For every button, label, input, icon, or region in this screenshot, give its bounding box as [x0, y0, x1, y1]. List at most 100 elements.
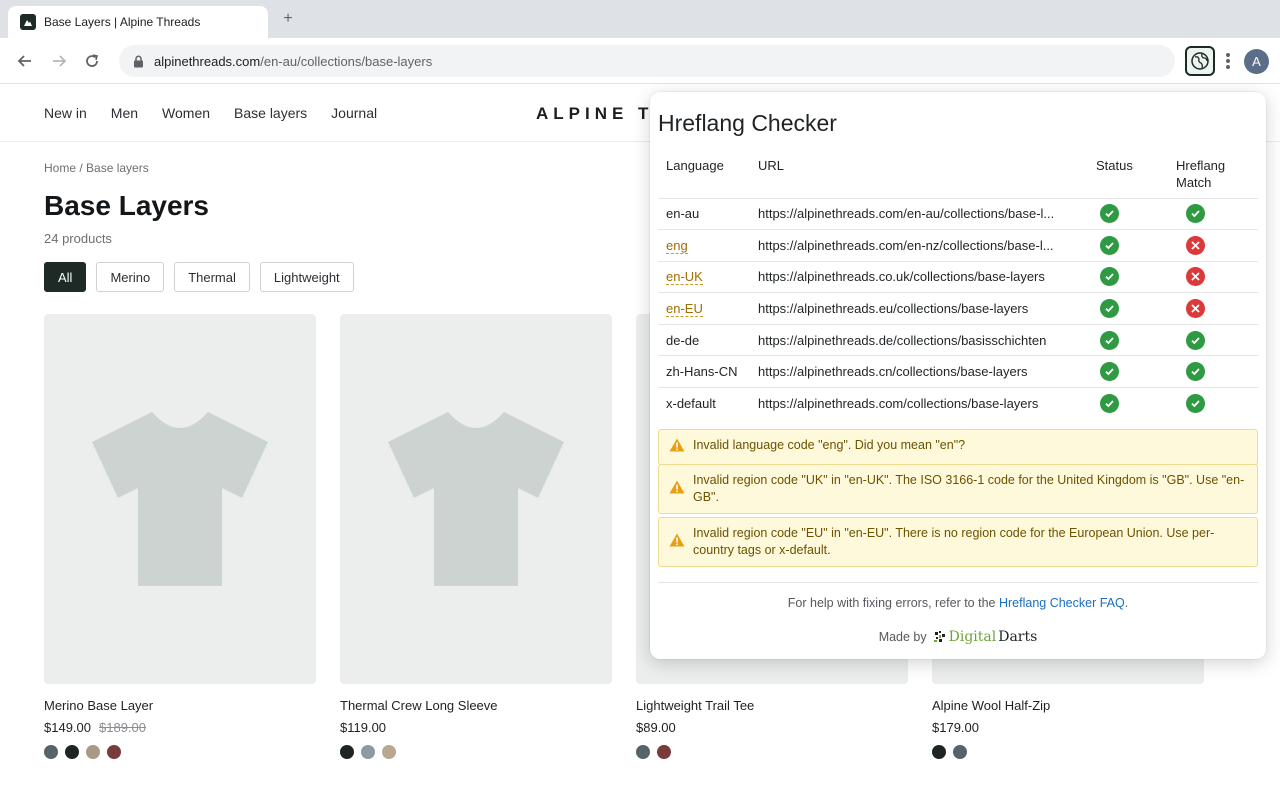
- color-swatch[interactable]: [361, 745, 375, 759]
- cell-url[interactable]: https://alpinethreads.cn/collections/bas…: [750, 355, 1088, 388]
- product-image[interactable]: [340, 314, 612, 684]
- table-row: eng https://alpinethreads.com/en-nz/colle…: [658, 229, 1258, 262]
- address-bar[interactable]: alpinethreads.com/en-au/collections/base…: [119, 45, 1175, 77]
- cell-status: [1088, 229, 1148, 262]
- color-swatch[interactable]: [636, 745, 650, 759]
- cell-status: [1088, 292, 1148, 325]
- color-swatches: [44, 745, 316, 759]
- filter-lightweight[interactable]: Lightweight: [259, 262, 354, 292]
- check-icon: [1100, 235, 1119, 255]
- made-by: Made by Digital Darts: [650, 629, 1266, 645]
- warning-icon: [669, 533, 685, 552]
- color-swatch[interactable]: [382, 745, 396, 759]
- browser-toolbar: alpinethreads.com/en-au/collections/base…: [0, 38, 1280, 84]
- language-code[interactable]: en-UK: [666, 269, 703, 286]
- table-row: en-EU https://alpinethreads.eu/collection…: [658, 292, 1258, 325]
- cell-language: x-default: [658, 387, 750, 420]
- back-button[interactable]: [14, 50, 36, 72]
- product-image[interactable]: [44, 314, 316, 684]
- help-prefix: For help with fixing errors, refer to th…: [787, 596, 996, 610]
- tab-title: Base Layers | Alpine Threads: [44, 15, 201, 29]
- nav-link-journal[interactable]: Journal: [331, 105, 377, 121]
- product-card[interactable]: Merino Base Layer $149.00 $189.00: [44, 314, 316, 759]
- cell-hreflang-match: [1148, 387, 1258, 420]
- error-x-icon: [1186, 267, 1205, 287]
- warning-text: Invalid region code "EU" in "en-EU". The…: [693, 526, 1215, 557]
- language-code: x-default: [666, 396, 716, 412]
- color-swatch[interactable]: [932, 745, 946, 759]
- cell-url[interactable]: https://alpinethreads.com/collections/ba…: [750, 387, 1088, 420]
- language-code[interactable]: en-EU: [666, 301, 703, 318]
- reload-button[interactable]: [81, 50, 103, 72]
- col-hreflang-match: Hreflang Match: [1176, 158, 1226, 190]
- hreflang-extension-button[interactable]: [1185, 46, 1215, 76]
- nav-link-men[interactable]: Men: [111, 105, 138, 121]
- check-icon: [1100, 299, 1119, 319]
- warning-text: Invalid language code "eng". Did you mea…: [693, 438, 966, 452]
- product-price: $89.00: [636, 720, 676, 735]
- color-swatch[interactable]: [86, 745, 100, 759]
- color-swatch[interactable]: [44, 745, 58, 759]
- cell-hreflang-match: [1148, 260, 1258, 293]
- nav-link-women[interactable]: Women: [162, 105, 210, 121]
- warning-message: Invalid region code "UK" in "en-UK". The…: [658, 464, 1258, 514]
- cell-url[interactable]: https://alpinethreads.com/en-nz/collecti…: [750, 229, 1088, 262]
- cell-url[interactable]: https://alpinethreads.de/collections/bas…: [750, 323, 1088, 356]
- digital-darts-logo[interactable]: Digital Darts: [933, 629, 1038, 645]
- price-old: $189.00: [99, 720, 146, 735]
- forward-button[interactable]: [48, 50, 70, 72]
- filter-merino[interactable]: Merino: [96, 262, 165, 292]
- cell-status: [1088, 355, 1148, 388]
- product-name[interactable]: Lightweight Trail Tee: [636, 698, 908, 713]
- language-code[interactable]: eng: [666, 237, 688, 254]
- logo-darts: Darts: [998, 629, 1038, 645]
- filter-all[interactable]: All: [44, 262, 87, 292]
- check-icon: [1100, 362, 1119, 382]
- cell-status: [1088, 260, 1148, 293]
- nav-link-new-in[interactable]: New in: [44, 105, 87, 121]
- color-swatches: [636, 745, 908, 759]
- globe-icon: [1191, 52, 1209, 70]
- cell-language: en-au: [658, 197, 750, 230]
- color-swatch[interactable]: [953, 745, 967, 759]
- col-language: Language: [666, 158, 724, 173]
- check-icon: [1186, 394, 1205, 414]
- product-name[interactable]: Merino Base Layer: [44, 698, 316, 713]
- filter-thermal[interactable]: Thermal: [174, 262, 250, 292]
- browser-menu-icon[interactable]: [1222, 51, 1234, 71]
- color-swatch[interactable]: [107, 745, 121, 759]
- browser-tab[interactable]: Base Layers | Alpine Threads: [8, 6, 268, 38]
- tshirt-icon: [92, 412, 268, 586]
- language-code: zh-Hans-CN: [666, 364, 738, 380]
- table-header: Language URL Status Hreflang Match: [658, 150, 1258, 198]
- cell-language: en-UK: [658, 260, 750, 293]
- new-tab-button[interactable]: +: [279, 10, 297, 28]
- product-name[interactable]: Thermal Crew Long Sleeve: [340, 698, 612, 713]
- faq-link[interactable]: Hreflang Checker FAQ: [999, 596, 1125, 610]
- table-row: x-default https://alpinethreads.com/colle…: [658, 387, 1258, 420]
- made-by-label: Made by: [878, 630, 927, 644]
- cell-language: zh-Hans-CN: [658, 355, 750, 388]
- cell-status: [1088, 323, 1148, 356]
- color-swatch[interactable]: [657, 745, 671, 759]
- cell-url[interactable]: https://alpinethreads.co.uk/collections/…: [750, 260, 1088, 293]
- dartboard-icon: [933, 631, 945, 642]
- product-name[interactable]: Alpine Wool Half-Zip: [932, 698, 1204, 713]
- table-body: en-au https://alpinethreads.com/en-au/col…: [658, 197, 1258, 420]
- cell-url[interactable]: https://alpinethreads.com/en-au/collecti…: [750, 197, 1088, 230]
- profile-avatar[interactable]: A: [1244, 49, 1269, 74]
- product-card[interactable]: Thermal Crew Long Sleeve $119.00: [340, 314, 612, 759]
- nav-link-base-layers[interactable]: Base layers: [234, 105, 307, 121]
- product-price: $149.00 $189.00: [44, 720, 316, 735]
- table-row: de-de https://alpinethreads.de/collection…: [658, 323, 1258, 356]
- error-x-icon: [1186, 299, 1205, 319]
- cell-url[interactable]: https://alpinethreads.eu/collections/bas…: [750, 292, 1088, 325]
- color-swatch[interactable]: [340, 745, 354, 759]
- color-swatch[interactable]: [65, 745, 79, 759]
- breadcrumb[interactable]: Home / Base layers: [44, 161, 149, 175]
- help-suffix: .: [1124, 596, 1129, 610]
- url-text: alpinethreads.com/en-au/collections/base…: [154, 54, 432, 69]
- table-row: zh-Hans-CN https://alpinethreads.cn/colle…: [658, 355, 1258, 388]
- logo-digital: Digital: [948, 629, 997, 645]
- check-icon: [1186, 362, 1205, 382]
